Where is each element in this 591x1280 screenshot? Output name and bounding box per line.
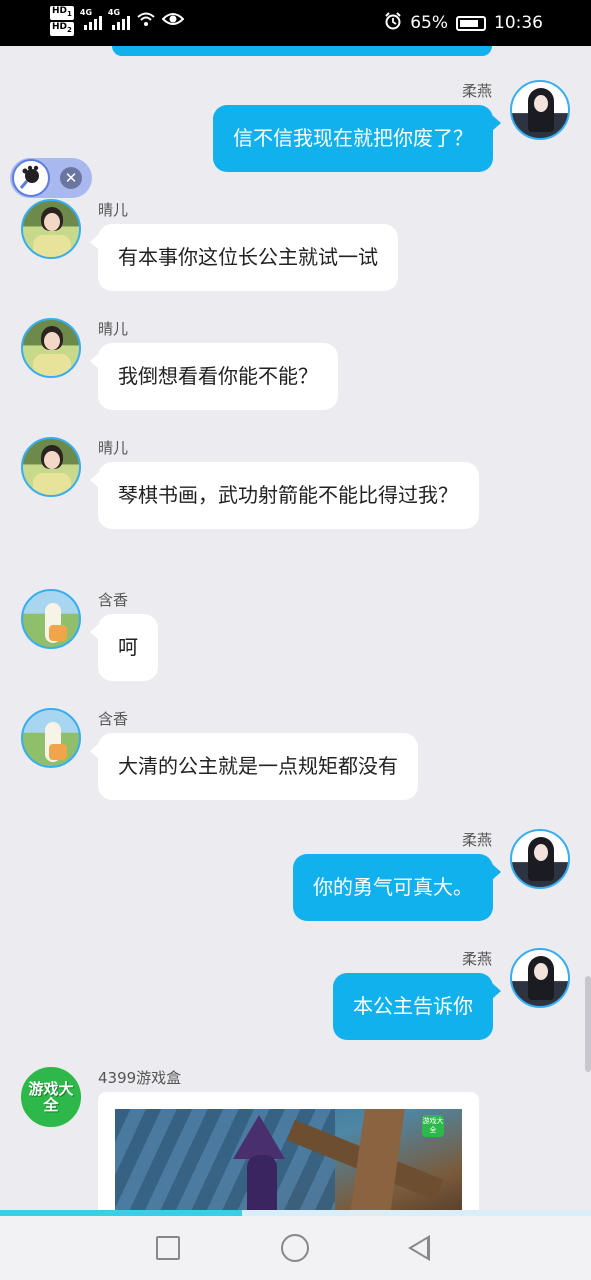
message-bubble[interactable]: 我倒想看看你能不能？ <box>90 343 338 410</box>
sender-name: 晴儿 <box>98 439 129 457</box>
message-item: 晴儿 我倒想看看你能不能？ <box>0 318 591 428</box>
battery-icon <box>456 15 486 31</box>
qinger-avatar[interactable] <box>21 437 81 497</box>
message-item: 柔燕 你的勇气可真大。 <box>0 829 591 939</box>
status-left: HD1 HD2 4G 4G <box>50 6 185 36</box>
message-bubble[interactable]: 本公主告诉你 <box>333 973 501 1040</box>
sender-name: 柔燕 <box>461 831 492 849</box>
back-button[interactable] <box>408 1235 430 1261</box>
message-bubble[interactable]: 大清的公主就是一点规矩都没有 <box>90 733 418 800</box>
chat-area[interactable]: 柔燕 信不信我现在就把你废了？ 晴儿 有本事你这位长公主就试一试 晴儿 我倒想看… <box>0 46 591 1210</box>
hd-indicator-2: HD2 <box>50 21 74 36</box>
rouyan-avatar[interactable] <box>510 948 570 1008</box>
game-share-card[interactable]: 游戏大全 <box>98 1092 479 1210</box>
status-right: 65% 10:36 <box>384 12 543 34</box>
message-item: 含香 呵 <box>0 589 591 699</box>
message-item: 柔燕 本公主告诉你 <box>0 948 591 1058</box>
message-item: 晴儿 有本事你这位长公主就试一试 <box>0 199 591 309</box>
signal-icon-1: 4G <box>80 8 102 32</box>
sender-name: 晴儿 <box>98 320 129 338</box>
message-bubble[interactable]: 琴棋书画，武功射箭能不能比得过我？ <box>90 462 479 529</box>
clock: 10:36 <box>494 13 543 33</box>
game-box-avatar[interactable]: 游戏大全 <box>21 1067 81 1127</box>
partial-message-bubble <box>112 46 492 56</box>
status-bar: HD1 HD2 4G 4G 65% 10:36 <box>0 0 591 46</box>
navigation-bar <box>0 1216 591 1280</box>
sender-name: 柔燕 <box>461 950 492 968</box>
message-bubble[interactable]: 呵 <box>90 614 158 681</box>
scroll-indicator[interactable] <box>585 976 591 1072</box>
sender-name: 含香 <box>98 710 129 728</box>
sender-name: 4399游戏盒 <box>98 1069 182 1087</box>
game-card-image[interactable]: 游戏大全 <box>115 1109 462 1210</box>
paw-magnifier-icon[interactable] <box>12 159 50 197</box>
alarm-icon <box>384 12 402 34</box>
battery-percent: 65% <box>410 13 448 33</box>
game-box-logo: 游戏大全 <box>422 1115 444 1137</box>
signal-icon-2: 4G <box>108 8 130 32</box>
message-item: 晴儿 琴棋书画，武功射箭能不能比得过我？ <box>0 437 591 577</box>
message-bubble[interactable]: 有本事你这位长公主就试一试 <box>90 224 398 291</box>
sender-name: 晴儿 <box>98 201 129 219</box>
message-bubble[interactable]: 信不信我现在就把你废了？ <box>213 105 501 172</box>
message-item: 含香 大清的公主就是一点规矩都没有 <box>0 708 591 818</box>
home-button[interactable] <box>281 1234 309 1262</box>
close-icon[interactable]: ✕ <box>60 167 82 189</box>
hd-indicator-1: HD1 <box>50 6 74 20</box>
floating-widget[interactable]: ✕ <box>10 158 92 198</box>
eye-comfort-icon <box>161 11 185 31</box>
recents-button[interactable] <box>156 1236 180 1260</box>
message-item: 游戏大全 4399游戏盒 游戏大全 <box>0 1067 591 1210</box>
hanxiang-avatar[interactable] <box>21 589 81 649</box>
rouyan-avatar[interactable] <box>510 829 570 889</box>
qinger-avatar[interactable] <box>21 199 81 259</box>
wifi-icon <box>136 11 156 31</box>
message-bubble[interactable]: 你的勇气可真大。 <box>293 854 501 921</box>
sender-name: 含香 <box>98 591 129 609</box>
hd-indicators: HD1 HD2 <box>50 6 74 36</box>
sender-name: 柔燕 <box>461 82 492 100</box>
hanxiang-avatar[interactable] <box>21 708 81 768</box>
rouyan-avatar[interactable] <box>510 80 570 140</box>
qinger-avatar[interactable] <box>21 318 81 378</box>
